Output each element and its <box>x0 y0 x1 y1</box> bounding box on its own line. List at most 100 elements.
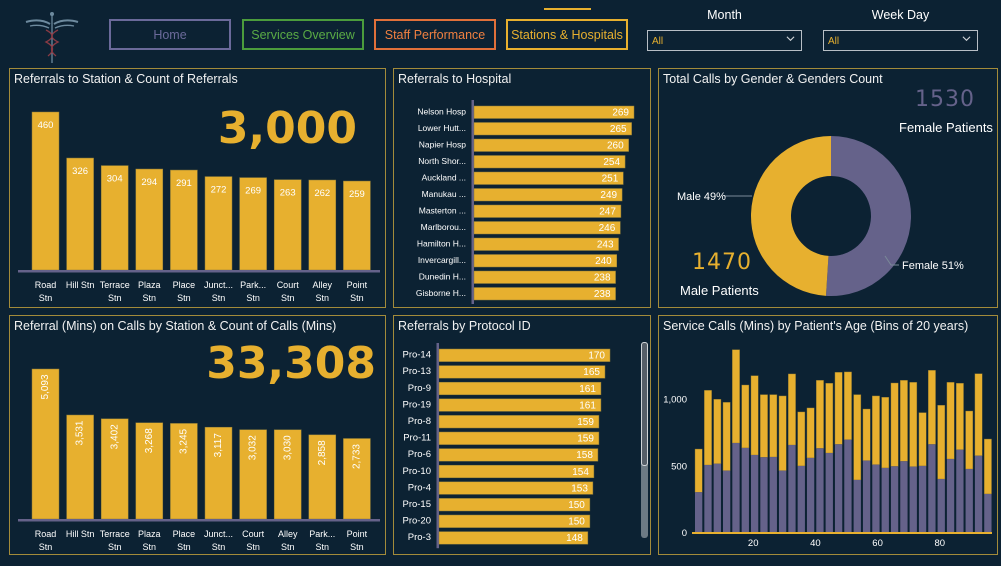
bar-lower <box>713 463 721 532</box>
data-label: 153 <box>571 483 588 494</box>
bar-lower <box>750 455 759 532</box>
bar <box>438 464 595 479</box>
protocol-scrollbar[interactable] <box>641 342 648 538</box>
bar <box>473 138 629 152</box>
data-label: 165 <box>583 367 600 378</box>
x-tick-label: Stn <box>177 293 191 303</box>
y-tick-label: Pro-15 <box>402 499 431 510</box>
nav-staff-performance-button[interactable]: Staff Performance <box>374 19 496 50</box>
slice-label-male: Male 49% <box>677 191 726 203</box>
x-tick-label: Stn <box>246 542 260 552</box>
x-tick-label: Stn <box>108 542 122 552</box>
bar-lower <box>881 467 889 532</box>
weekday-filter-value: All <box>828 36 840 47</box>
bar-lower <box>984 493 992 532</box>
bar-lower <box>918 465 927 532</box>
y-tick-label: Marlborou... <box>421 222 466 232</box>
bar-lower <box>825 453 833 532</box>
bar-lower <box>704 465 712 532</box>
bar-lower <box>965 469 973 532</box>
y-tick-label: 0 <box>682 528 687 539</box>
x-tick-label: Court <box>242 529 265 539</box>
bar <box>473 122 632 136</box>
bar-lower <box>778 470 787 532</box>
data-label: 260 <box>607 141 624 152</box>
data-label: 263 <box>280 188 296 199</box>
bar <box>438 398 602 412</box>
data-label: 247 <box>599 207 616 218</box>
donut-slice-female <box>825 136 912 296</box>
y-tick-label: Nelson Hosp <box>417 107 466 117</box>
x-tick-label: Court <box>277 280 300 290</box>
data-label: 238 <box>594 273 611 284</box>
data-label: 3,245 <box>179 428 190 453</box>
x-tick-label: Stn <box>316 542 330 552</box>
active-tab-indicator <box>544 8 591 10</box>
bar-lower <box>872 464 880 532</box>
bar-upper <box>797 411 806 467</box>
bar-lower <box>741 447 749 532</box>
y-tick-label: Hamilton H... <box>417 239 466 249</box>
x-tick-label: Hill Stn <box>66 529 95 539</box>
x-tick-label: Stn <box>246 293 260 303</box>
bar-upper <box>862 408 871 461</box>
x-tick-label: Park... <box>309 529 335 539</box>
data-label: 148 <box>566 533 583 544</box>
protocol-scrollbar-thumb[interactable] <box>641 342 648 466</box>
x-tick-label: Plaza <box>138 280 161 290</box>
data-label: 304 <box>107 174 123 185</box>
bar-lower <box>797 465 805 532</box>
weekday-filter-label: Week Day <box>871 8 930 22</box>
x-tick-label: Stn <box>212 293 226 303</box>
nav-stations-hospitals-button[interactable]: Stations & Hospitals <box>506 19 628 50</box>
bar-upper <box>900 380 908 462</box>
data-label: 161 <box>579 400 596 411</box>
bar-lower <box>816 448 824 532</box>
x-tick-label: 20 <box>748 538 759 549</box>
bar-lower <box>928 444 936 532</box>
nav-home-button[interactable]: Home <box>109 19 231 50</box>
data-label: 246 <box>599 223 616 234</box>
bar-upper <box>909 382 918 467</box>
x-tick-label: Alley <box>313 280 333 290</box>
data-label: 326 <box>72 166 88 177</box>
month-filter-dropdown[interactable]: All <box>647 30 802 51</box>
bar-lower <box>788 445 796 532</box>
x-axis-line <box>18 270 380 273</box>
data-label: 159 <box>577 417 594 428</box>
gender-panel: Total Calls by Gender & Genders Count 15… <box>658 68 998 308</box>
data-label: 269 <box>612 108 629 119</box>
x-tick-label: Point <box>347 280 368 290</box>
data-label: 269 <box>245 186 261 197</box>
bar-upper <box>722 402 731 471</box>
bar-lower <box>974 455 983 532</box>
bar <box>31 111 60 271</box>
bar-upper <box>844 371 852 440</box>
bar-upper <box>890 382 899 467</box>
x-tick-label: Terrace <box>100 529 130 539</box>
data-label: 3,531 <box>75 420 86 445</box>
referral-mins-chart: 5,093 Road Stn 3,531 Hill Stn 3,402 Terrace Stn… <box>18 368 380 552</box>
y-axis-line <box>436 343 439 549</box>
y-tick-label: Pro-6 <box>408 449 431 460</box>
y-tick-label: Gisborne H... <box>416 288 466 298</box>
bar <box>438 381 602 396</box>
y-axis-line <box>471 100 474 304</box>
y-tick-label: Auckland ... <box>422 173 466 183</box>
data-label: 5,093 <box>40 374 51 399</box>
gender-donut-chart: Male 49% Female 51% <box>677 136 964 296</box>
y-tick-label: Pro-9 <box>408 383 431 394</box>
bar-lower <box>760 457 768 532</box>
data-label: 150 <box>568 517 585 528</box>
x-tick-label: Stn <box>143 542 157 552</box>
x-tick-label: Stn <box>281 293 295 303</box>
protocol-panel: Referrals by Protocol ID 170 Pro-14 165 Pro… <box>393 315 651 555</box>
bar-lower <box>862 460 871 532</box>
weekday-filter-dropdown[interactable]: All <box>823 30 978 51</box>
nav-services-overview-button[interactable]: Services Overview <box>242 19 364 50</box>
caduceus-icon <box>25 12 79 63</box>
bar-upper <box>872 395 880 465</box>
y-tick-label: Pro-3 <box>408 532 431 543</box>
bar-upper <box>946 382 955 460</box>
bar-upper <box>816 380 824 449</box>
